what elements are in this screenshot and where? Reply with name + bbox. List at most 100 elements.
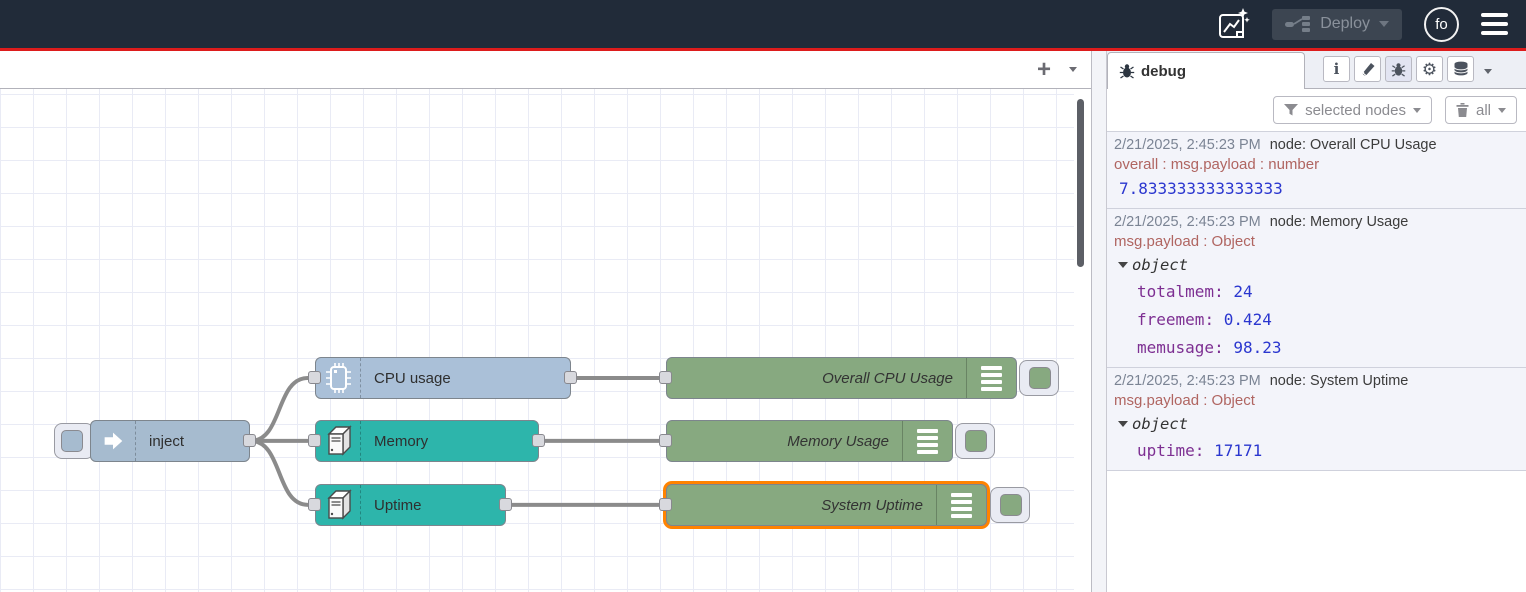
- inject-trigger-inner[interactable]: [61, 430, 83, 452]
- database-icon: [1453, 61, 1469, 77]
- flow-export-sparkle-icon[interactable]: [1216, 6, 1250, 42]
- debug-toggle-inner[interactable]: [1000, 494, 1022, 516]
- collapse-caret-icon[interactable]: [1118, 262, 1128, 268]
- inject-trigger-button[interactable]: [54, 423, 94, 459]
- object-label[interactable]: object: [1132, 252, 1188, 278]
- debug-filter-label: selected nodes: [1305, 102, 1406, 119]
- tab-config-button[interactable]: ⚙: [1416, 56, 1443, 82]
- info-icon: i: [1334, 60, 1340, 78]
- output-port[interactable]: [564, 371, 577, 384]
- clear-caret-icon: [1498, 108, 1506, 113]
- message-source: node: System Uptime: [1270, 373, 1409, 389]
- cpu-chip-icon: [316, 358, 361, 398]
- tab-help-button[interactable]: [1354, 56, 1381, 82]
- flow-canvas[interactable]: inject CPU usage: [0, 89, 1091, 592]
- server-tower-icon: [316, 421, 361, 461]
- sidebar-splitter[interactable]: [1092, 51, 1107, 592]
- sidebar: debug i ⚙: [1107, 51, 1526, 592]
- add-flow-button[interactable]: +: [1037, 60, 1051, 80]
- input-port[interactable]: [659, 498, 672, 511]
- tab-debug-label: debug: [1141, 63, 1186, 80]
- message-timestamp: 2/21/2025, 2:45:23 PM: [1114, 214, 1261, 230]
- node-inject[interactable]: inject: [90, 420, 250, 462]
- deploy-icon: [1285, 15, 1311, 33]
- object-property: memusage98.23: [1114, 334, 1519, 362]
- main-menu-icon[interactable]: [1481, 13, 1508, 35]
- node-uptime[interactable]: Uptime: [315, 484, 506, 526]
- node-label: Uptime: [361, 497, 422, 514]
- wire: [251, 378, 308, 441]
- message-timestamp: 2/21/2025, 2:45:23 PM: [1114, 137, 1261, 153]
- input-port[interactable]: [659, 371, 672, 384]
- debug-toggle-inner[interactable]: [1029, 367, 1051, 389]
- input-port[interactable]: [308, 434, 321, 447]
- message-property: overall : msg.payload : number: [1114, 155, 1519, 175]
- node-cpu-usage[interactable]: CPU usage: [315, 357, 571, 399]
- app-header: Deploy fo: [0, 0, 1526, 48]
- book-icon: [1360, 62, 1376, 77]
- workspace: + inject: [0, 51, 1092, 592]
- debug-message-list: 2/21/2025, 2:45:23 PM node: Overall CPU U…: [1107, 131, 1526, 471]
- deploy-caret-icon[interactable]: [1379, 21, 1389, 27]
- deploy-label: Deploy: [1320, 15, 1370, 33]
- node-label: CPU usage: [361, 370, 451, 387]
- bug-icon: [1391, 62, 1406, 77]
- filter-caret-icon: [1413, 108, 1421, 113]
- tab-debug-button[interactable]: [1385, 56, 1412, 82]
- funnel-icon: [1284, 104, 1298, 116]
- object-label[interactable]: object: [1132, 411, 1188, 437]
- message-timestamp: 2/21/2025, 2:45:23 PM: [1114, 373, 1261, 389]
- wire: [251, 441, 308, 505]
- object-property: uptime17171: [1114, 437, 1519, 465]
- message-property: msg.payload : Object: [1114, 232, 1519, 252]
- trash-icon: [1456, 103, 1469, 117]
- message-property: msg.payload : Object: [1114, 391, 1519, 411]
- message-source: node: Memory Usage: [1270, 214, 1409, 230]
- input-port[interactable]: [659, 434, 672, 447]
- debug-clear-button[interactable]: all: [1445, 96, 1517, 124]
- input-port[interactable]: [308, 371, 321, 384]
- node-debug-memory[interactable]: Memory Usage: [666, 420, 953, 462]
- node-debug-overall-cpu[interactable]: Overall CPU Usage: [666, 357, 1017, 399]
- debug-toggle-inner[interactable]: [965, 430, 987, 452]
- debug-message[interactable]: 2/21/2025, 2:45:23 PM node: Overall CPU U…: [1107, 132, 1526, 209]
- output-port[interactable]: [243, 434, 256, 447]
- tab-context-button[interactable]: [1447, 56, 1474, 82]
- node-memory[interactable]: Memory: [315, 420, 539, 462]
- debug-filter-button[interactable]: selected nodes: [1273, 96, 1432, 124]
- bug-icon: [1119, 63, 1135, 79]
- deploy-button[interactable]: Deploy: [1272, 9, 1402, 40]
- output-port[interactable]: [532, 434, 545, 447]
- debug-toggle-button[interactable]: [1019, 360, 1059, 396]
- debug-toggle-button[interactable]: [990, 487, 1030, 523]
- debug-list-icon: [902, 421, 952, 461]
- server-tower-icon: [316, 485, 361, 525]
- debug-list-icon: [966, 358, 1016, 398]
- collapse-caret-icon[interactable]: [1118, 421, 1128, 427]
- tab-info-button[interactable]: i: [1323, 56, 1350, 82]
- debug-message[interactable]: 2/21/2025, 2:45:23 PM node: System Uptime…: [1107, 368, 1526, 471]
- node-label: inject: [136, 433, 184, 450]
- gear-icon: ⚙: [1422, 61, 1437, 78]
- input-port[interactable]: [308, 498, 321, 511]
- sidebar-tabs-caret-icon[interactable]: [1484, 69, 1492, 74]
- node-label: Memory: [361, 433, 428, 450]
- canvas-vertical-scrollbar[interactable]: [1077, 99, 1084, 267]
- debug-toolbar: selected nodes all: [1107, 89, 1526, 131]
- debug-clear-label: all: [1476, 102, 1491, 119]
- sidebar-tabbar: debug i ⚙: [1107, 51, 1526, 89]
- output-port[interactable]: [499, 498, 512, 511]
- debug-message[interactable]: 2/21/2025, 2:45:23 PMnode: Memory Usage …: [1107, 209, 1526, 368]
- node-label: Overall CPU Usage: [822, 370, 966, 387]
- message-source: node: Overall CPU Usage: [1270, 137, 1437, 153]
- user-avatar[interactable]: fo: [1424, 7, 1459, 42]
- message-value: 7.833333333333333: [1114, 175, 1519, 203]
- flow-list-caret-icon[interactable]: [1069, 67, 1077, 72]
- node-label: Memory Usage: [787, 433, 902, 450]
- tab-debug[interactable]: debug: [1107, 52, 1305, 89]
- node-label: System Uptime: [821, 497, 936, 514]
- node-debug-system-uptime[interactable]: System Uptime: [666, 484, 987, 526]
- debug-list-icon: [936, 485, 986, 525]
- flow-tabbar: +: [0, 51, 1091, 89]
- debug-toggle-button[interactable]: [955, 423, 995, 459]
